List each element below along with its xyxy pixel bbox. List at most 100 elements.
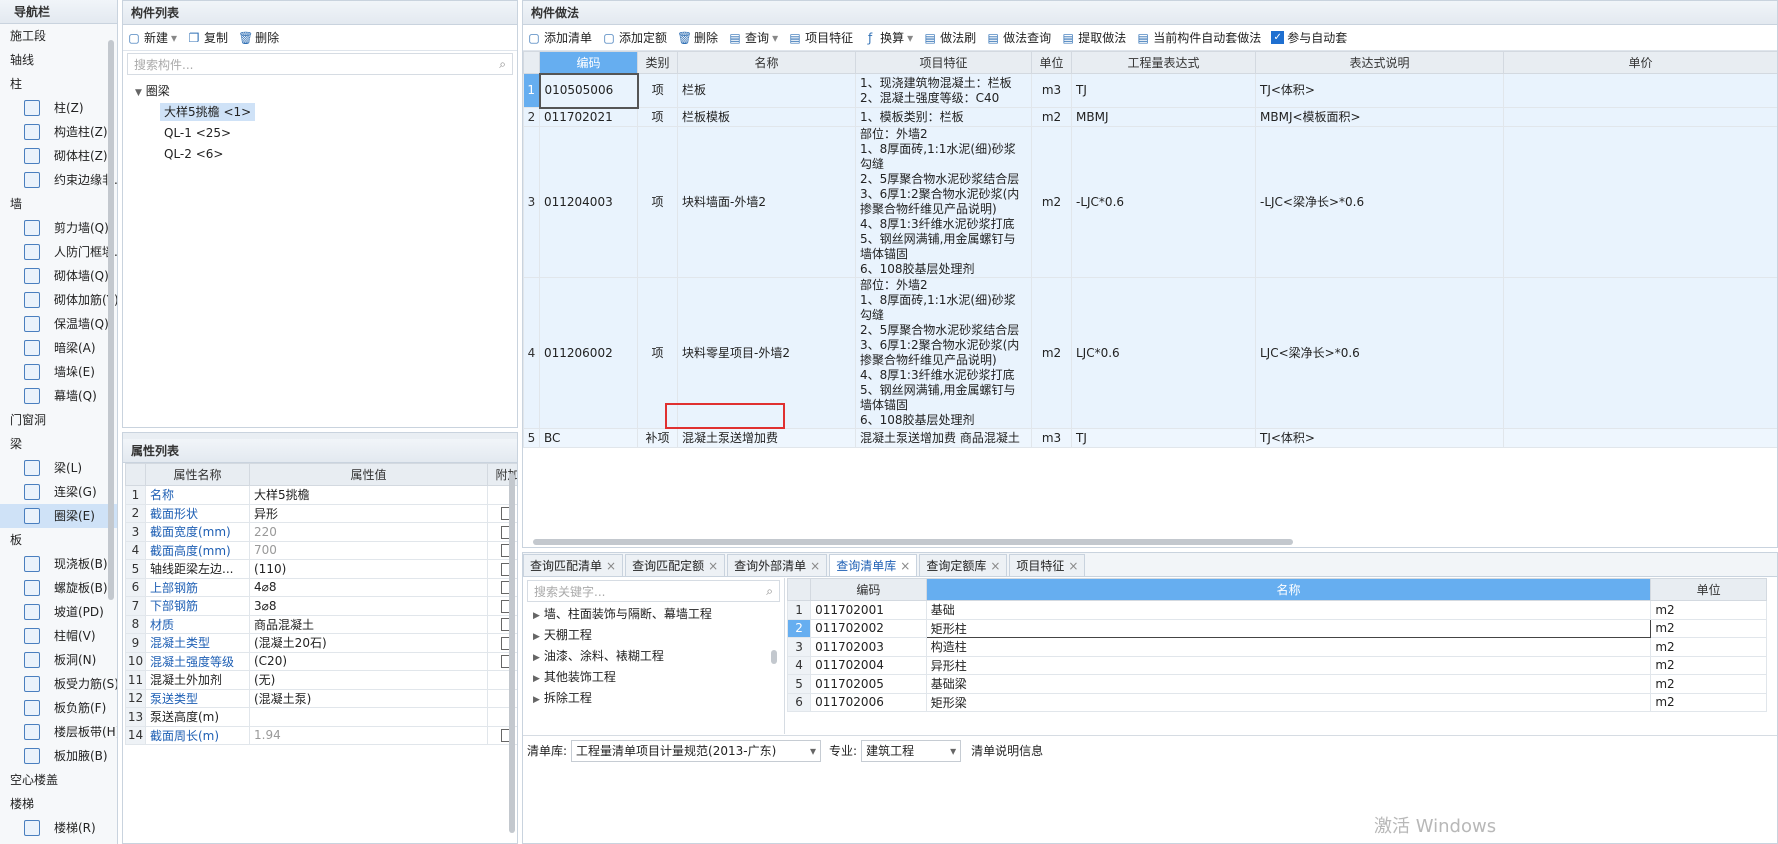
new-button[interactable]: ▢ 新建 ▾ [127, 29, 177, 46]
nav-item[interactable]: 柱帽(V) [0, 624, 117, 648]
method-cell-unit[interactable]: m2 [1031, 126, 1072, 278]
query-cell-code[interactable]: 011702006 [810, 692, 927, 712]
method-cell-type[interactable]: 补项 [637, 428, 678, 448]
property-value[interactable]: 700 [249, 540, 488, 560]
method-cell-desc[interactable]: LJC<梁净长>*0.6 [1255, 277, 1504, 429]
property-value[interactable]: (无) [249, 670, 488, 690]
method-row[interactable]: 3 011204003 项块料墙面-外墙2 部位：外墙2 1、8厚面砖,1:1水泥(细… [523, 126, 1777, 278]
query-cell-unit[interactable]: m2 [1650, 600, 1767, 620]
nav-item[interactable]: 坡道(PD) [0, 600, 117, 624]
close-icon[interactable]: × [708, 559, 718, 573]
method-cell-feat[interactable]: 1、现浇建筑物混凝土：栏板 2、混凝土强度等级：C40 [855, 73, 1032, 108]
property-value[interactable]: 大样5挑檐 [249, 485, 488, 505]
nav-item[interactable]: 幕墙(Q) [0, 384, 117, 408]
property-row[interactable]: 1 名称 大样5挑檐 [125, 485, 517, 505]
nav-item[interactable]: 砌体加筋(Y) [0, 288, 117, 312]
query-cell-code[interactable]: 011702002 [810, 618, 927, 638]
nav-item[interactable]: 现浇板(B) [0, 552, 117, 576]
query-row[interactable]: 2 011702002 矩形柱 m2 [786, 618, 1767, 638]
properties-scrollbar[interactable] [509, 473, 515, 833]
close-icon[interactable]: × [1068, 559, 1078, 573]
method-cell-code[interactable]: BC [539, 428, 638, 448]
close-icon[interactable]: × [810, 559, 820, 573]
property-row[interactable]: 2 截面形状 异形 [125, 503, 517, 523]
property-value[interactable]: (混凝土泵) [249, 688, 488, 708]
property-value[interactable]: 3⌀8 [249, 596, 488, 616]
query-cell-unit[interactable]: m2 [1650, 674, 1767, 694]
method-cell-code[interactable]: 010505006 [538, 72, 639, 109]
method-cell-type[interactable]: 项 [637, 73, 678, 108]
nav-item[interactable]: 楼层板带(H) [0, 720, 117, 744]
nav-item[interactable]: 螺旋板(B) [0, 576, 117, 600]
method-cell-desc[interactable]: TJ<体积> [1255, 73, 1504, 108]
method-cell-code[interactable]: 011206002 [539, 277, 638, 429]
query-row[interactable]: 6 011702006 矩形梁 m2 [786, 692, 1767, 712]
query-row[interactable]: 5 011702005 基础梁 m2 [786, 674, 1767, 694]
query-cell-name[interactable]: 矩形梁 [925, 692, 1652, 712]
method-cell-code[interactable]: 011204003 [539, 126, 638, 278]
property-value[interactable]: (混凝土20石) [249, 633, 488, 653]
query-tab[interactable]: 查询清单库 × [829, 554, 918, 576]
method-tool-button[interactable]: ƒ 换算 ▾ [863, 29, 913, 46]
query-cell-name[interactable]: 矩形柱 [925, 618, 1652, 638]
query-cell-code[interactable]: 011702005 [810, 674, 927, 694]
property-row[interactable]: 13 泵送高度(m) [125, 707, 517, 727]
property-value[interactable] [249, 707, 488, 727]
delete-button[interactable]: 🗑 删除 [238, 29, 279, 46]
specialty-select[interactable]: 建筑工程 ▾ [861, 739, 962, 762]
method-tool-button[interactable]: ▤ 提取做法 [1061, 29, 1127, 46]
query-cell-unit[interactable]: m2 [1650, 637, 1767, 657]
query-tab[interactable]: 查询定额库 × [919, 554, 1008, 576]
query-cell-unit[interactable]: m2 [1650, 692, 1767, 712]
query-cell-name[interactable]: 异形柱 [925, 655, 1652, 675]
nav-item[interactable]: 圈梁(E) [0, 504, 117, 528]
query-tree-node[interactable]: ▶ 油漆、涂料、裱糊工程 [533, 646, 784, 667]
auto-apply-checkbox[interactable]: ✓ 参与自动套 [1271, 29, 1347, 46]
method-cell-expr[interactable]: TJ [1071, 73, 1256, 108]
property-value[interactable]: 商品混凝土 [249, 614, 488, 634]
query-tree-node[interactable]: ▶ 天棚工程 [533, 625, 784, 646]
method-cell-unit[interactable]: m3 [1031, 428, 1072, 448]
query-cell-code[interactable]: 011702003 [810, 637, 927, 657]
method-cell-feat[interactable]: 部位：外墙2 1、8厚面砖,1:1水泥(细)砂浆勾缝 2、5厚聚合物水泥砂浆结合… [855, 277, 1032, 429]
query-tree-node[interactable]: ▶ 拆除工程 [533, 688, 784, 709]
copy-button[interactable]: ❐ 复制 [187, 29, 228, 46]
nav-scrollbar[interactable] [108, 40, 114, 600]
method-cell-expr[interactable]: -LJC*0.6 [1071, 126, 1256, 278]
nav-item[interactable]: 砌体墙(Q) [0, 264, 117, 288]
query-tree-node[interactable]: ▶ 其他装饰工程 [533, 667, 784, 688]
method-tool-button[interactable]: ▤ 当前构件自动套做法 [1136, 29, 1262, 46]
method-cell-type[interactable]: 项 [637, 107, 678, 127]
nav-item[interactable]: 板洞(N) [0, 648, 117, 672]
method-cell-desc[interactable]: MBMJ<模板面积> [1255, 107, 1504, 127]
query-row[interactable]: 3 011702003 构造柱 m2 [786, 637, 1767, 657]
nav-item[interactable]: 构造柱(Z) [0, 120, 117, 144]
nav-item[interactable]: 楼梯(R) [0, 816, 117, 840]
nav-item[interactable]: 墙垛(E) [0, 360, 117, 384]
method-cell-expr[interactable]: MBMJ [1071, 107, 1256, 127]
method-cell-desc[interactable]: -LJC<梁净长>*0.6 [1255, 126, 1504, 278]
property-row[interactable]: 7 下部钢筋 3⌀8 [125, 596, 517, 616]
property-value[interactable]: (C20) [249, 651, 488, 671]
method-cell-code[interactable]: 011702021 [539, 107, 638, 127]
close-icon[interactable]: × [900, 559, 910, 573]
method-row[interactable]: 1 010505006 项栏板 1、现浇建筑物混凝土：栏板 2、混凝土强度等级：C40… [523, 72, 1777, 109]
property-value[interactable]: 异形 [249, 503, 488, 523]
method-tool-button[interactable]: ▢ 添加清单 [527, 29, 592, 46]
property-row[interactable]: 11 混凝土外加剂 (无) [125, 670, 517, 690]
property-value[interactable]: (110) [249, 559, 488, 579]
method-cell-name[interactable]: 栏板 [677, 73, 856, 108]
query-tree-node[interactable]: ▶ 墙、柱面装饰与隔断、幕墙工程 [533, 604, 784, 625]
nav-item[interactable]: 保温墙(Q) [0, 312, 117, 336]
method-row[interactable]: 5 BC 补项 混凝土泵送增加费 混凝土泵送增加费 商品混凝土 m3 TJ TJ<体积> [523, 428, 1777, 448]
method-row[interactable]: 2 011702021 项栏板模板 1、模板类别：栏板 m2 MBMJ MBMJ<模板面积> [523, 107, 1777, 127]
nav-item[interactable]: 板加腋(B) [0, 744, 117, 768]
query-tab[interactable]: 查询匹配定额 × [625, 554, 726, 576]
tree-root[interactable]: ▼ 圈梁 [135, 81, 517, 102]
method-cell-feat[interactable]: 1、模板类别：栏板 [855, 107, 1032, 127]
query-row[interactable]: 1 011702001 基础 m2 [786, 600, 1767, 620]
property-value[interactable]: 220 [249, 522, 488, 542]
method-tool-button[interactable]: 🗑 删除 [677, 29, 718, 46]
nav-item[interactable]: 板负筋(F) [0, 696, 117, 720]
query-cell-code[interactable]: 011702004 [810, 655, 927, 675]
